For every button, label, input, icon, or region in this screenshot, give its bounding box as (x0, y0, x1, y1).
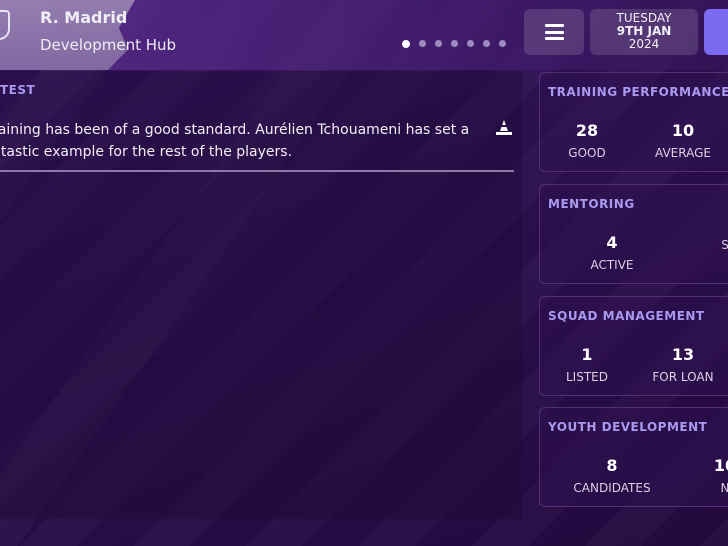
card-title: YOUTH DEVELOPMENT (548, 420, 708, 434)
stat-value: 1 (581, 345, 593, 364)
page-dot-1[interactable] (402, 39, 410, 48)
page-title: Development Hub (40, 36, 177, 54)
stat-label: ACTIVE (590, 258, 634, 272)
card-title: SQUAD MANAGEMENT (548, 309, 705, 323)
stat-value: 28 (575, 121, 599, 140)
menu-button[interactable] (524, 9, 584, 55)
date-year: 2024 (628, 37, 660, 51)
card-title: TRAINING PERFORMANCE (548, 85, 728, 99)
page-dot-7[interactable] (499, 40, 506, 47)
stat-label: AVERAGE (655, 146, 711, 160)
mentoring-card[interactable]: MENTORING 4 ACTIVE S (539, 184, 728, 284)
current-date[interactable]: TUESDAY 9TH JAN 2024 (590, 9, 698, 55)
stat-label: N (720, 481, 728, 495)
stat-active: 4 ACTIVE (567, 233, 657, 273)
stat-candidates: 8 CANDIDATES (567, 456, 657, 496)
page-indicator[interactable] (402, 39, 506, 48)
training-performance-card[interactable]: TRAINING PERFORMANCE 28 GOOD 10 AVERAGE (539, 72, 728, 172)
hamburger-icon (544, 24, 564, 40)
stat-for-loan: 13 FOR LOAN (638, 345, 728, 385)
news-section-label: TEST (0, 83, 36, 97)
club-name[interactable]: R. Madrid (40, 8, 127, 27)
cone-icon (496, 120, 512, 135)
stat-label: S (721, 238, 728, 252)
youth-development-card[interactable]: YOUTH DEVELOPMENT 8 CANDIDATES 10 N (539, 407, 728, 507)
news-text-line-1: raining has been of a good standard. Aur… (0, 122, 470, 138)
page-dot-2[interactable] (419, 40, 426, 47)
continue-button[interactable] (704, 9, 728, 55)
news-text-line-2: ntastic example for the rest of the play… (0, 144, 293, 160)
page-dot-5[interactable] (467, 40, 474, 47)
stat-average: 10 AVERAGE (638, 121, 728, 161)
news-divider (0, 170, 514, 172)
stat-value: 13 (671, 345, 695, 364)
stat-good: 28 GOOD (542, 121, 632, 161)
news-item[interactable]: raining has been of a good standard. Aur… (0, 119, 480, 163)
latest-news-panel: TEST raining has been of a good standard… (0, 71, 522, 519)
stat-value: 10 (671, 121, 695, 140)
card-title: MENTORING (548, 197, 635, 211)
stat-label: GOOD (568, 146, 606, 160)
page-dot-6[interactable] (483, 40, 490, 47)
stat-label: LISTED (566, 370, 608, 384)
stat-value: 10 (713, 456, 728, 475)
stat-value: 8 (606, 456, 618, 475)
stat-label: FOR LOAN (652, 370, 714, 384)
stat-label: CANDIDATES (573, 481, 651, 495)
stat-second: S (680, 233, 728, 253)
page-dot-3[interactable] (435, 40, 442, 47)
stat-second: 10 N (680, 456, 728, 496)
stat-listed: 1 LISTED (542, 345, 632, 385)
squad-management-card[interactable]: SQUAD MANAGEMENT 1 LISTED 13 FOR LOAN (539, 296, 728, 396)
header-bar: R. Madrid Development Hub TUESDAY 9TH JA… (0, 0, 728, 70)
page-dot-4[interactable] (451, 40, 458, 47)
stat-value: 4 (606, 233, 618, 252)
